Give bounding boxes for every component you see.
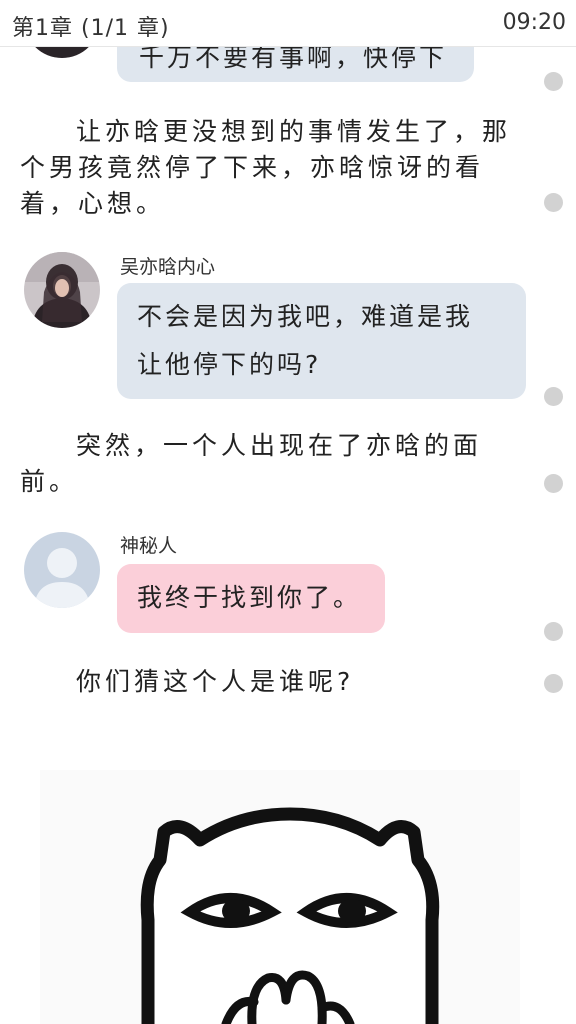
comment-dot[interactable]	[544, 622, 563, 641]
cartoon-cat-face-sticker-icon	[140, 807, 440, 1024]
message-bubble: 不会是因为我吧，难道是我 让他停下的吗?	[117, 283, 526, 399]
message-bubble: 我终于找到你了。	[117, 564, 385, 633]
speaker-name: 神秘人	[120, 535, 178, 557]
comment-dot[interactable]	[544, 72, 563, 91]
comment-dot[interactable]	[544, 474, 563, 493]
default-person-avatar-icon	[24, 532, 100, 608]
girl-photo-avatar-icon	[24, 252, 100, 328]
narration-paragraph: 让亦晗更没想到的事情发生了，那个男孩竟然停了下来，亦晗惊讶的看着，心想。	[20, 117, 512, 218]
clock: 09:20	[502, 10, 566, 35]
comment-dot[interactable]	[544, 387, 563, 406]
narration-paragraph: 突然，一个人出现在了亦晗的面前。	[20, 431, 483, 496]
speaker-name: 吴亦晗内心	[120, 256, 216, 278]
comment-dot[interactable]	[544, 193, 563, 212]
status-bar: 第1章 (1/1 章) 09:20	[0, 0, 576, 47]
message-text-line: 让他停下的吗?	[137, 350, 322, 379]
narration-paragraph: 你们猜这个人是谁呢?	[76, 667, 355, 696]
avatar-mystery-person[interactable]	[24, 532, 100, 608]
comment-dot[interactable]	[544, 674, 563, 693]
message-text-line: 不会是因为我吧，难道是我	[137, 302, 474, 331]
avatar-girl[interactable]	[24, 252, 100, 328]
reader-page: 千万不要有事啊，快停下 第1章 (1/1 章) 09:20 让亦晗更没想到的事情…	[0, 0, 576, 1024]
message-text: 我终于找到你了。	[137, 583, 362, 612]
cat-face-sticker	[40, 770, 520, 1024]
chapter-indicator: 第1章 (1/1 章)	[12, 16, 170, 41]
